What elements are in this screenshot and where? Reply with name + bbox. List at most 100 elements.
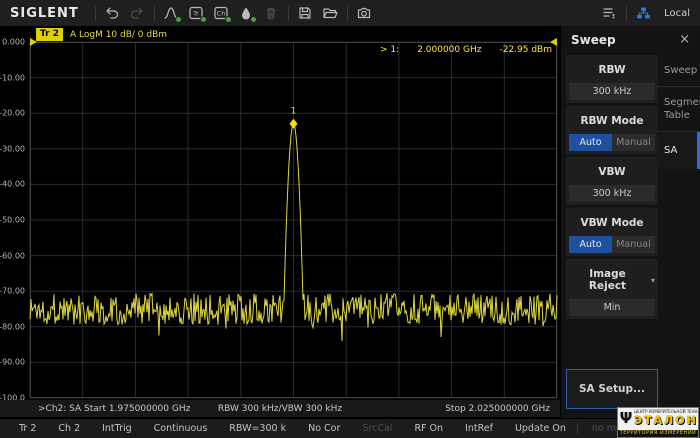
marker-drop-icon[interactable] (234, 0, 259, 26)
green-badge-icon (224, 16, 232, 23)
statusbar-intref[interactable]: IntRef (454, 423, 504, 434)
main-area: Tr 2 A LogM 10 dB/ 0 dBm 0.000 -10.00 -20.… (0, 26, 700, 418)
green-badge-icon (249, 16, 257, 23)
toolbar-separator (626, 5, 628, 21)
marker-number: > 1: (380, 45, 400, 55)
rbw-mode-auto-button[interactable]: Auto (569, 134, 612, 151)
toolbar-separator (153, 5, 155, 21)
panel-title: Sweep (571, 32, 616, 47)
instrument-screen: SIGLENT Tr Ch Local Tr 2 A LogM 10 dB/ 0… (0, 0, 700, 438)
trash-icon[interactable] (259, 0, 284, 26)
undo-icon[interactable] (100, 0, 125, 26)
y-axis-tick-label: 0.000 (2, 37, 25, 47)
y-axis-tick-label: -20.00 (0, 108, 25, 118)
toolbar-separator (94, 5, 96, 21)
graticule: 1 > 1: 2.000000 GHz -22.95 dBm (29, 38, 558, 399)
statusbar-continuous[interactable]: Continuous (143, 423, 219, 434)
rbw-label: RBW (598, 64, 626, 76)
y-axis-tick-label: -90.00 (0, 357, 25, 367)
waveform-recall-icon[interactable] (159, 0, 184, 26)
y-axis-tick-label: -40.00 (0, 179, 25, 189)
watermark-brand-text: ЭТАЛОН (634, 414, 698, 427)
sweep-settings-panel: Sweep × RBW 300 kHz RBW Mode Auto Manual… (560, 26, 700, 418)
statusbar-inttrig[interactable]: IntTrig (91, 423, 143, 434)
image-reject-group: Image Reject ▾ Min (566, 259, 658, 319)
spectrum-trace-plot: 1 (29, 38, 558, 399)
y-axis-tick-label: -60.00 (0, 251, 25, 261)
spectrum-display: Tr 2 A LogM 10 dB/ 0 dBm 0.000 -10.00 -20.… (0, 26, 560, 418)
siglent-logo: SIGLENT (10, 5, 79, 21)
rbw-group: RBW 300 kHz (566, 55, 658, 103)
trace-recall-icon[interactable]: Tr (184, 0, 209, 26)
close-icon[interactable]: × (679, 32, 690, 47)
vbw-group: VBW 300 kHz (566, 157, 658, 205)
statusbar-srccal: SrcCal (362, 423, 393, 434)
screenshot-camera-icon[interactable] (352, 0, 377, 26)
panel-header: Sweep × (561, 26, 700, 53)
svg-text:Tr: Tr (192, 10, 199, 18)
active-trace-badge[interactable]: Tr 2 (36, 28, 63, 41)
watermark-top: Ψ ЦЕНТР ИЗМЕРИТЕЛЬНОЙ ТЕХНИКИ ЭТАЛОН (618, 408, 698, 430)
statusbar-ch-2[interactable]: Ch 2 (47, 423, 91, 434)
vbw-label: VBW (598, 166, 626, 178)
sa-setup-button[interactable]: SA Setup... (566, 369, 658, 409)
y-axis-labels: 0.000 -10.00 -20.00 -30.00 -40.00 -50.00 -60.0… (0, 38, 28, 403)
panel-tab-sweep[interactable]: Sweep (657, 55, 700, 87)
marker-1-diamond (289, 118, 298, 129)
toolbar-separator (346, 5, 348, 21)
session-mode-label[interactable]: Local (664, 8, 690, 19)
start-frequency-label[interactable]: >Ch2: SA Start 1.975000000 GHz (0, 404, 190, 414)
y-axis-tick-label: -30.00 (0, 144, 25, 154)
statusbar-no-cor[interactable]: No Cor (297, 423, 351, 434)
panel-tab-column: SweepSegment TableSA (657, 55, 700, 169)
panel-tab-segment-table[interactable]: Segment Table (657, 87, 700, 132)
sweep-status-strip: >Ch2: SA Start 1.975000000 GHz RBW 300 k… (0, 400, 560, 417)
panel-controls: RBW 300 kHz RBW Mode Auto Manual VBW 300… (566, 55, 658, 322)
channel-recall-icon[interactable]: Ch (209, 0, 234, 26)
panel-tab-sa[interactable]: SA (657, 132, 700, 169)
rbw-vbw-label[interactable]: RBW 300 kHz/VBW 300 kHz (218, 404, 342, 414)
vbw-mode-label: VBW Mode (580, 217, 644, 229)
trace-info: Tr 2 A LogM 10 dB/ 0 dBm (36, 28, 167, 41)
image-reject-label: Image Reject (588, 268, 627, 292)
rbw-mode-label: RBW Mode (580, 115, 644, 127)
rbw-mode-toggle: Auto Manual (569, 134, 655, 151)
image-reject-value[interactable]: Min (569, 299, 655, 316)
stop-frequency-label[interactable]: Stop 2.025000000 GHz (445, 404, 560, 414)
statusbar-tr-2[interactable]: Tr 2 (8, 423, 47, 434)
svg-text:Ch: Ch (216, 10, 225, 18)
marker-level: -22.95 dBm (499, 45, 552, 55)
y-axis-tick-label: -50.00 (0, 215, 25, 225)
etalon-trident-icon: Ψ (619, 409, 633, 427)
image-reject-dropdown[interactable]: Image Reject ▾ (569, 262, 655, 299)
vbw-mode-manual-button[interactable]: Manual (612, 236, 655, 253)
bottom-status-bar: Tr 2 Ch 2 IntTrig Continuous RBW=300 k No Cor… (0, 418, 700, 438)
watermark-bottom-text: ТЕРРИТОРИЯ ИЗМЕРЕНИЙ (618, 430, 698, 437)
toolbar-separator (287, 5, 289, 21)
rbw-mode-manual-button[interactable]: Manual (612, 134, 655, 151)
vbw-value-field[interactable]: 300 kHz (569, 185, 655, 202)
open-folder-icon[interactable] (318, 0, 343, 26)
statusbar-update-on[interactable]: Update On (504, 423, 577, 434)
statusbar-rbw-300-k[interactable]: RBW=300 k (218, 423, 297, 434)
chevron-down-icon: ▾ (650, 275, 655, 285)
statusbar-rf-on[interactable]: RF On (403, 423, 454, 434)
rbw-mode-group: RBW Mode Auto Manual (566, 106, 658, 154)
redo-icon[interactable] (125, 0, 150, 26)
trace-scale-label[interactable]: A LogM 10 dB/ 0 dBm (70, 30, 167, 40)
marker-readout: > 1: 2.000000 GHz -22.95 dBm (380, 45, 552, 55)
y-axis-tick-label: -10.00 (0, 73, 25, 83)
save-icon[interactable] (293, 0, 318, 26)
marker-1-number: 1 (291, 107, 297, 117)
top-toolbar: SIGLENT Tr Ch Local (0, 0, 700, 26)
green-badge-icon (174, 16, 182, 23)
lan-network-icon[interactable] (631, 0, 656, 26)
etalon-watermark-logo: Ψ ЦЕНТР ИЗМЕРИТЕЛЬНОЙ ТЕХНИКИ ЭТАЛОН ТЕР… (617, 407, 699, 438)
rbw-value-field[interactable]: 300 kHz (569, 83, 655, 100)
vbw-mode-toggle: Auto Manual (569, 236, 655, 253)
y-axis-tick-label: -70.00 (0, 286, 25, 296)
task-queue-icon[interactable] (597, 0, 622, 26)
vbw-mode-auto-button[interactable]: Auto (569, 236, 612, 253)
y-axis-tick-label: -80.00 (0, 322, 25, 332)
vbw-mode-group: VBW Mode Auto Manual (566, 208, 658, 256)
